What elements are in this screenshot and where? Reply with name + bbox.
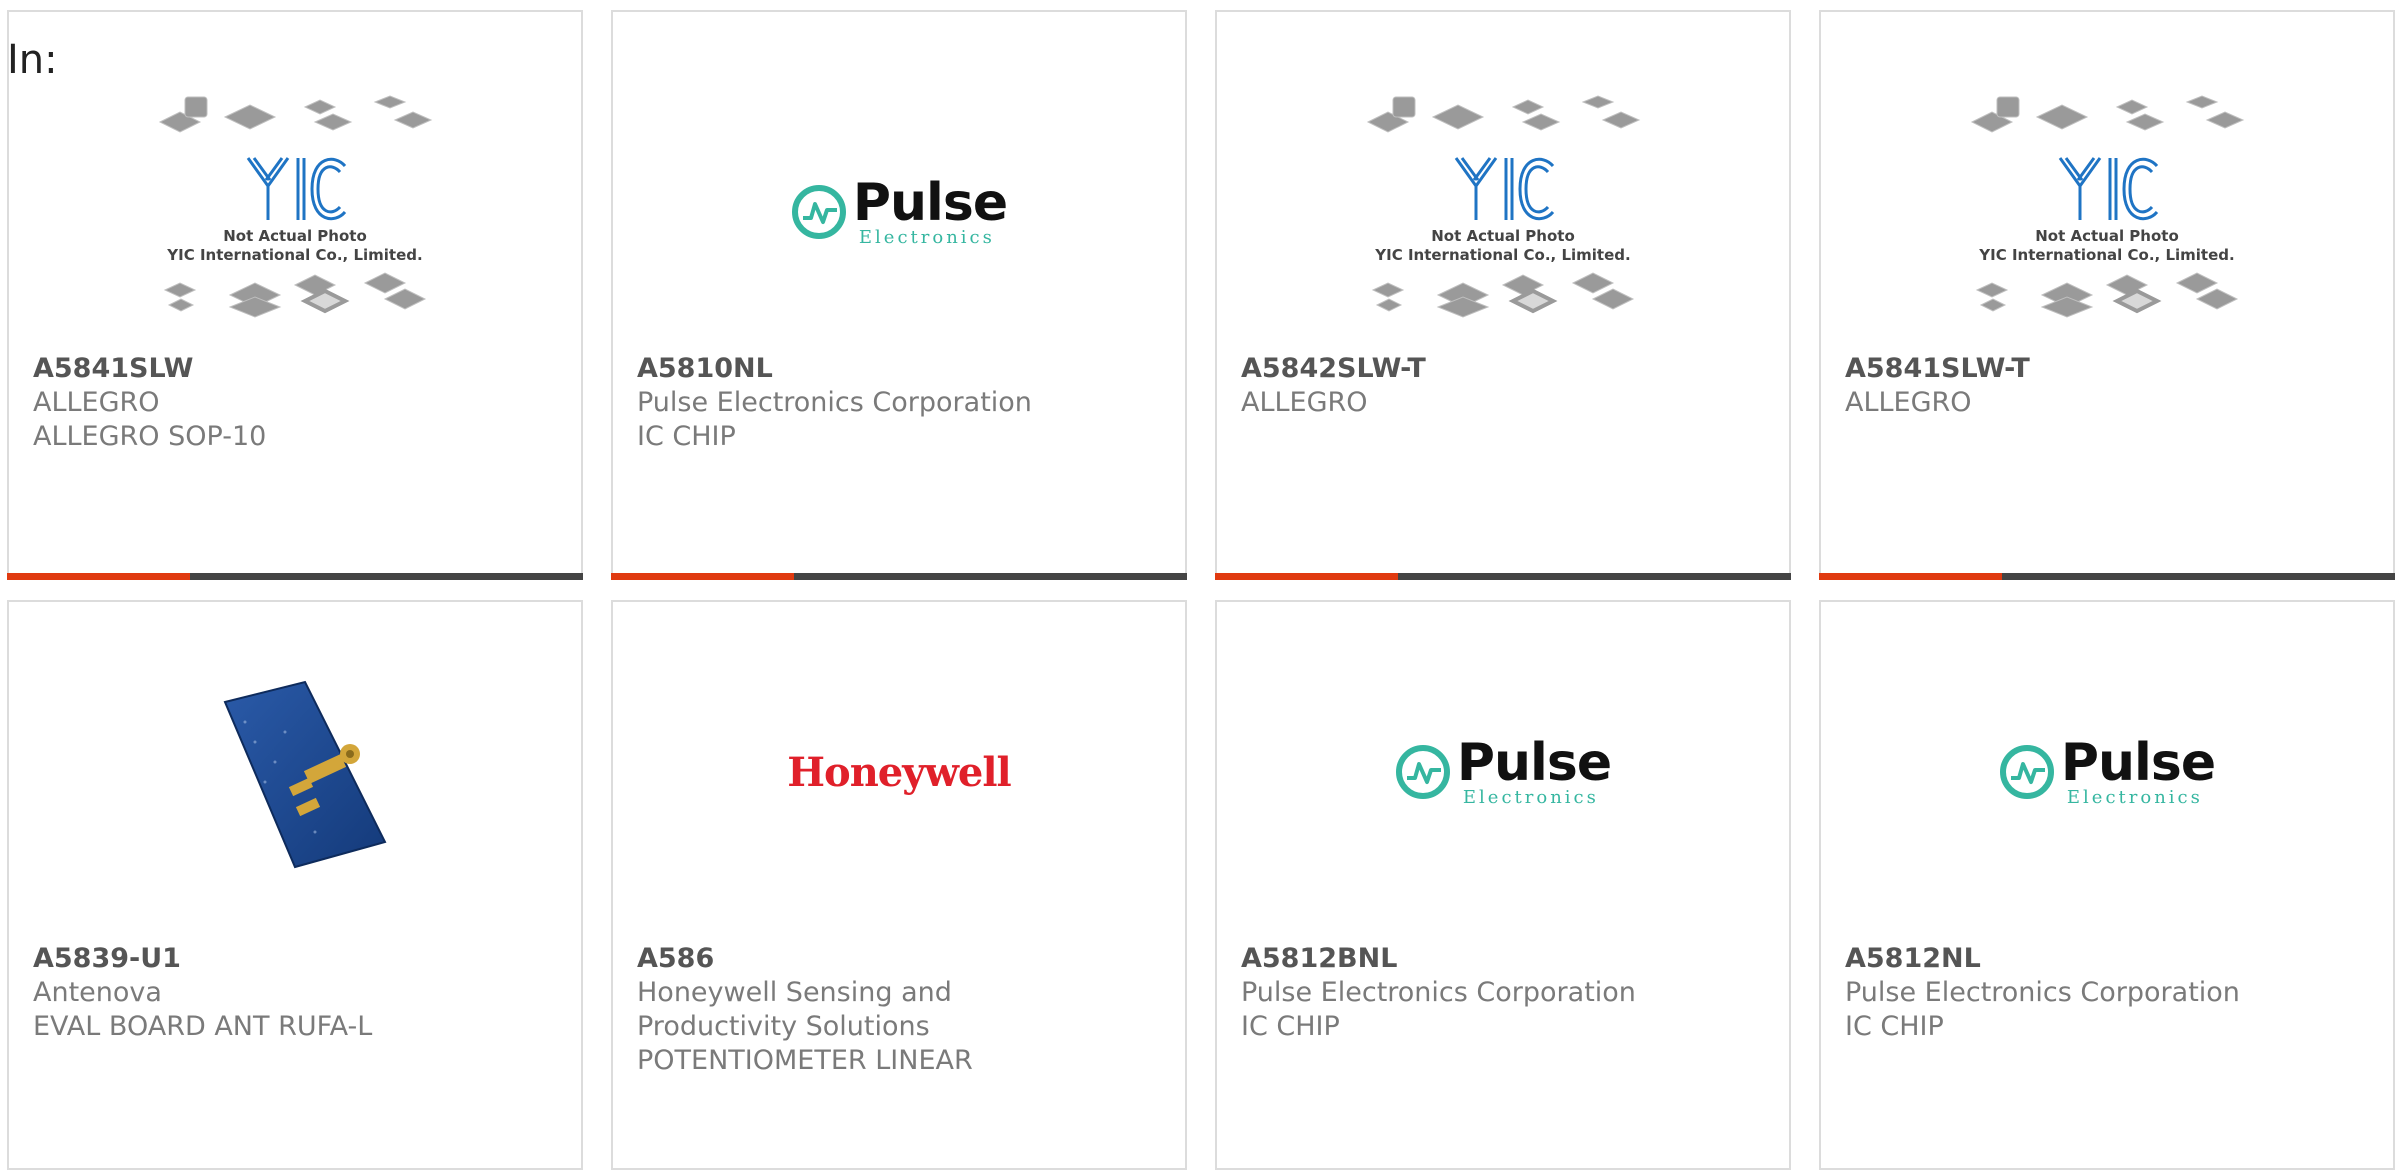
pulse-logo-icon [1395, 745, 1450, 799]
product-image: Not Actual Photo YIC International Co., … [1217, 72, 1789, 352]
manufacturer: Honeywell Sensing and Productivity Solut… [637, 977, 952, 1042]
description: EVAL BOARD ANT RUFA-L [33, 1011, 373, 1042]
description: IC CHIP [637, 421, 736, 452]
product-image: Honeywell [613, 642, 1185, 902]
card-bottom-bar [1819, 573, 2395, 580]
antenna-board-photo [223, 680, 387, 869]
product-image: Pulse Electronics [1821, 642, 2393, 902]
chip-packages-icon [1366, 95, 1641, 133]
card-bottom-bar [611, 573, 1187, 580]
chip-packages-icon [158, 95, 433, 133]
part-number[interactable]: A5839-U1 [33, 942, 561, 976]
yic-placeholder-image: Not Actual Photo YIC International Co., … [155, 92, 435, 332]
manufacturer: Pulse Electronics Corporation [1241, 977, 1636, 1008]
yic-caption: Not Actual Photo YIC International Co., … [167, 227, 423, 264]
yic-caption: Not Actual Photo YIC International Co., … [1979, 227, 2235, 264]
pulse-logo: Pulse Electronics [1999, 737, 2216, 807]
in-label: In: [7, 37, 58, 83]
product-card[interactable]: Not Actual Photo YIC International Co., … [1819, 10, 2395, 580]
manufacturer: Pulse Electronics Corporation [637, 387, 1032, 418]
product-image: Not Actual Photo YIC International Co., … [1821, 72, 2393, 352]
product-image: Pulse Electronics [1217, 642, 1789, 902]
chip-packages-icon [1970, 95, 2245, 133]
description: ALLEGRO SOP-10 [33, 421, 267, 452]
product-image [9, 642, 581, 902]
yic-caption: Not Actual Photo YIC International Co., … [1375, 227, 1631, 264]
pulse-logo: Pulse Electronics [1395, 737, 1612, 807]
honeywell-logo: Honeywell [787, 748, 1012, 796]
pulse-logo-icon [791, 185, 846, 239]
part-number[interactable]: A5812BNL [1241, 942, 1769, 976]
yic-logo-icon [1454, 157, 1555, 221]
product-card[interactable]: Honeywell A586 Honeywell Sensing and Pro… [611, 600, 1187, 1170]
yic-logo-icon [2058, 157, 2159, 221]
part-number[interactable]: A5841SLW-T [1845, 352, 2373, 386]
card-bottom-bar [7, 573, 583, 580]
manufacturer: Antenova [33, 977, 162, 1008]
yic-placeholder-image: Not Actual Photo YIC International Co., … [1363, 92, 1643, 332]
part-number[interactable]: A5842SLW-T [1241, 352, 1769, 386]
manufacturer: ALLEGRO [33, 387, 160, 418]
card-bottom-bar [1215, 573, 1791, 580]
chip-packages-icon [1371, 272, 1635, 318]
product-card[interactable]: Not Actual Photo YIC International Co., … [7, 10, 583, 580]
yic-logo-icon [246, 157, 347, 221]
pulse-logo: Pulse Electronics [791, 177, 1008, 247]
product-card[interactable]: Pulse Electronics A5812NL Pulse Electron… [1819, 600, 2395, 1170]
product-card[interactable]: A5839-U1 Antenova EVAL BOARD ANT RUFA-L [7, 600, 583, 1170]
manufacturer: Pulse Electronics Corporation [1845, 977, 2240, 1008]
product-image: Pulse Electronics [613, 72, 1185, 352]
product-card[interactable]: Not Actual Photo YIC International Co., … [1215, 10, 1791, 580]
product-card[interactable]: Pulse Electronics A5812BNL Pulse Electro… [1215, 600, 1791, 1170]
manufacturer: ALLEGRO [1845, 387, 1972, 418]
description: IC CHIP [1845, 1011, 1944, 1042]
pulse-logo-icon [1999, 745, 2054, 799]
part-number[interactable]: A5810NL [637, 352, 1165, 386]
yic-placeholder-image: Not Actual Photo YIC International Co., … [1967, 92, 2247, 332]
description: POTENTIOMETER LINEAR [637, 1045, 973, 1076]
part-number[interactable]: A586 [637, 942, 1165, 976]
part-number[interactable]: A5812NL [1845, 942, 2373, 976]
product-image: Not Actual Photo YIC International Co., … [9, 72, 581, 352]
chip-packages-icon [163, 272, 427, 318]
manufacturer: ALLEGRO [1241, 387, 1368, 418]
product-card[interactable]: Pulse Electronics A5810NL Pulse Electron… [611, 10, 1187, 580]
part-number[interactable]: A5841SLW [33, 352, 561, 386]
chip-packages-icon [1975, 272, 2239, 318]
description: IC CHIP [1241, 1011, 1340, 1042]
